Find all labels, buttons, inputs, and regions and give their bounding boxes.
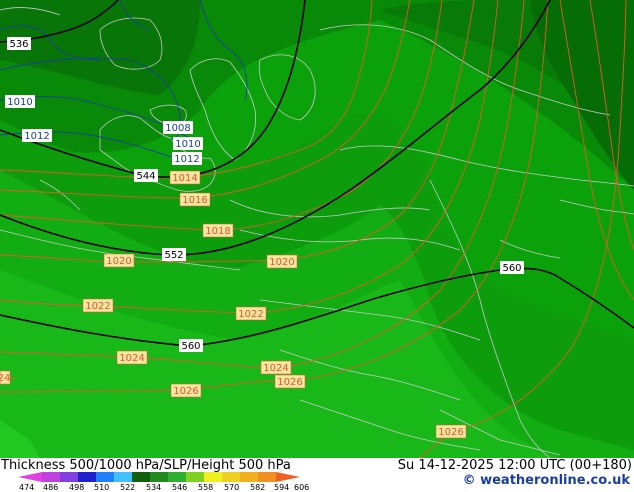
slp-label-1026b: 1026 (173, 386, 198, 397)
slp-label-1022b: 1022 (238, 309, 263, 320)
brand-link[interactable]: © weatheronline.co.uk (463, 473, 630, 488)
low-label-1008: 1008 (165, 123, 190, 134)
scale-tick: 474 (19, 483, 35, 492)
map-datetime: Su 14-12-2025 12:00 UTC (00+180) (397, 458, 632, 473)
slp-label-1026a: 1026 (277, 377, 302, 388)
scale-tick: 534 (146, 483, 162, 492)
scale-tick: 486 (43, 483, 59, 492)
height-label-544: 544 (136, 171, 155, 182)
scale-tick: 582 (250, 483, 266, 492)
slp-label-1014: 1014 (172, 173, 197, 184)
slp-label-1020b: 1020 (269, 257, 294, 268)
scale-tick: 510 (94, 483, 110, 492)
slp-label-1024a: 1024 (119, 353, 144, 364)
slp-label-1016: 1016 (182, 195, 207, 206)
slp-label-1026c: 1026 (438, 427, 463, 438)
slp-label-1022a: 1022 (85, 301, 110, 312)
low-label-1012b: 1012 (174, 154, 199, 165)
scale-tick: 522 (120, 483, 136, 492)
height-label-560b: 560 (502, 263, 521, 274)
slp-label-1024b: 1024 (263, 363, 288, 374)
scale-tick: 558 (198, 483, 214, 492)
scale-tick: 570 (224, 483, 240, 492)
footer: Thickness 500/1000 hPa/SLP/Height 500 hP… (0, 458, 634, 492)
map-title: Thickness 500/1000 hPa/SLP/Height 500 hP… (1, 458, 291, 473)
slp-label-1024-edge: 24 (0, 373, 10, 384)
height-label-536: 536 (9, 39, 28, 50)
scale-tick: 498 (69, 483, 85, 492)
low-label-1010a: 1010 (7, 97, 32, 108)
weather-map: 1014 1016 1018 1020 1020 1022 1022 1024 … (0, 0, 634, 458)
scale-tick: 546 (172, 483, 188, 492)
low-label-1012a: 1012 (24, 131, 49, 142)
scale-tick: 606 (294, 483, 310, 492)
slp-label-1020a: 1020 (106, 256, 131, 267)
height-label-552: 552 (164, 250, 183, 261)
height-label-560a: 560 (181, 341, 200, 352)
slp-label-1018: 1018 (205, 226, 230, 237)
low-label-1010b: 1010 (175, 139, 200, 150)
scale-tick: 594 (274, 483, 290, 492)
